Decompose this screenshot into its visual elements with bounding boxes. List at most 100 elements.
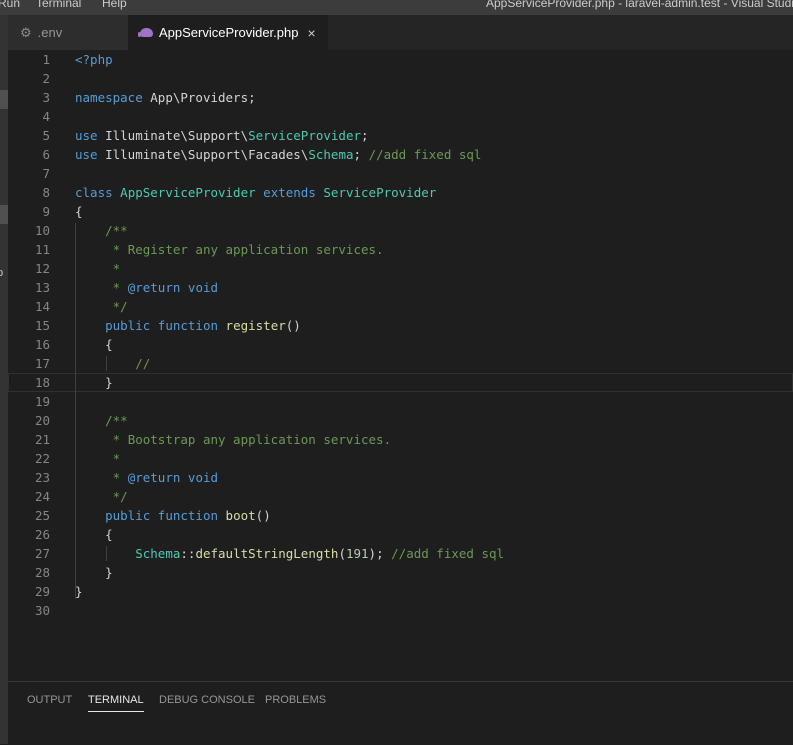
code-text: } xyxy=(105,565,113,580)
code-text: * xyxy=(112,261,121,276)
code-text: class AppServiceProvider extends Service… xyxy=(75,185,437,200)
code-text: public function boot() xyxy=(105,508,271,523)
code-text: { xyxy=(75,204,83,219)
php-elephant-icon xyxy=(138,28,153,37)
code-text: */ xyxy=(112,299,128,314)
code-line[interactable]: 28 } xyxy=(8,563,793,582)
code-text: } xyxy=(75,584,83,599)
editor-tab-bar: ⚙ .env AppServiceProvider.php × xyxy=(8,15,793,50)
menu-run[interactable]: Run xyxy=(0,0,20,12)
code-line[interactable]: 4 xyxy=(8,107,793,126)
code-line[interactable]: 2 xyxy=(8,69,793,88)
panel-tab-debug-console[interactable]: DEBUG CONSOLE xyxy=(159,694,255,711)
panel-tab-terminal[interactable]: TERMINAL xyxy=(88,694,144,712)
code-text: * Register any application services. xyxy=(112,242,384,257)
line-number: 21 xyxy=(34,432,50,447)
code-text: * Bootstrap any application services. xyxy=(112,432,392,447)
code-editor[interactable]: 1 <?php 2 3 namespace App\Providers; 4 5 use Il… xyxy=(8,50,793,680)
gear-icon: ⚙ xyxy=(20,24,32,40)
line-number: 15 xyxy=(34,318,50,333)
window-title: AppServiceProvider.php - laravel-admin.t… xyxy=(486,0,793,10)
line-number: 2 xyxy=(42,71,50,86)
activity-indicator[interactable] xyxy=(0,90,8,109)
tab-env[interactable]: ⚙ .env xyxy=(8,15,128,50)
code-text: /** xyxy=(105,413,128,428)
code-line[interactable]: 26 { xyxy=(8,525,793,544)
code-line[interactable]: 13 * @return void xyxy=(8,278,793,297)
code-line[interactable]: 27 Schema::defaultStringLength(191); //a… xyxy=(8,544,793,563)
line-number: 28 xyxy=(34,565,50,580)
code-text: /** xyxy=(105,223,128,238)
line-number: 20 xyxy=(34,413,50,428)
code-text: { xyxy=(105,527,113,542)
code-line[interactable]: 19 xyxy=(8,392,793,411)
code-text: // xyxy=(135,356,151,371)
menu-help[interactable]: Help xyxy=(102,0,127,12)
code-text: * @return void xyxy=(112,280,219,295)
line-number: 13 xyxy=(34,280,50,295)
line-number: 3 xyxy=(42,90,50,105)
line-number: 27 xyxy=(34,546,50,561)
line-number: 6 xyxy=(42,147,50,162)
panel-tab-problems[interactable]: PROBLEMS xyxy=(265,694,326,711)
code-line[interactable]: 14 */ xyxy=(8,297,793,316)
code-text: */ xyxy=(112,489,128,504)
code-line[interactable]: 22 * xyxy=(8,449,793,468)
code-text: namespace App\Providers; xyxy=(75,90,256,105)
indent-guide xyxy=(106,356,107,371)
line-number: 18 xyxy=(34,375,50,390)
bottom-panel: OUTPUT TERMINAL DEBUG CONSOLE PROBLEMS xyxy=(8,681,793,745)
code-line[interactable]: 16 { xyxy=(8,335,793,354)
tab-label: AppServiceProvider.php xyxy=(159,25,299,40)
line-number: 8 xyxy=(42,185,50,200)
line-number: 30 xyxy=(34,603,50,618)
code-line[interactable]: 29} xyxy=(8,582,793,601)
line-number: 12 xyxy=(34,261,50,276)
code-text: use Illuminate\Support\ServiceProvider; xyxy=(75,128,369,143)
code-line[interactable]: 12 * xyxy=(8,259,793,278)
line-number: 19 xyxy=(34,394,50,409)
code-line[interactable]: 24 */ xyxy=(8,487,793,506)
code-line[interactable]: 5 use Illuminate\Support\ServiceProvider; xyxy=(8,126,793,145)
code-text: <?php xyxy=(75,52,113,67)
code-line[interactable]: 8 class AppServiceProvider extends Servic… xyxy=(8,183,793,202)
code-line[interactable]: 3 namespace App\Providers; xyxy=(8,88,793,107)
code-line[interactable]: 9{ xyxy=(8,202,793,221)
code-line[interactable]: 20 /** xyxy=(8,411,793,430)
panel-tab-output[interactable]: OUTPUT xyxy=(27,694,72,711)
indent-guide xyxy=(75,223,76,599)
code-line[interactable]: 23 * @return void xyxy=(8,468,793,487)
line-number: 29 xyxy=(34,584,50,599)
code-line[interactable]: 17 // xyxy=(8,354,793,373)
code-line[interactable]: 6 use Illuminate\Support\Facades\Schema; … xyxy=(8,145,793,164)
line-number: 17 xyxy=(34,356,50,371)
code-text: use Illuminate\Support\Facades\Schema; /… xyxy=(75,147,482,162)
code-line[interactable]: 15 public function register() xyxy=(8,316,793,335)
code-text: Schema::defaultStringLength(191); //add … xyxy=(135,546,505,561)
activity-bar: p xyxy=(0,15,8,744)
line-number: 14 xyxy=(34,299,50,314)
code-line[interactable]: 1 <?php xyxy=(8,50,793,69)
code-text: } xyxy=(105,375,113,390)
line-number: 16 xyxy=(34,337,50,352)
line-number: 24 xyxy=(34,489,50,504)
line-number: 22 xyxy=(34,451,50,466)
code-line[interactable]: 18 } xyxy=(8,373,793,392)
menu-terminal[interactable]: Terminal xyxy=(36,0,81,12)
tab-label: .env xyxy=(37,25,63,40)
activity-glyph: p xyxy=(0,267,4,279)
line-number: 7 xyxy=(42,166,50,181)
activity-indicator[interactable] xyxy=(0,205,8,224)
tab-app-service-provider[interactable]: AppServiceProvider.php × xyxy=(128,15,328,50)
code-line[interactable]: 11 * Register any application services. xyxy=(8,240,793,259)
code-line[interactable]: 30 xyxy=(8,601,793,620)
code-text: * @return void xyxy=(112,470,219,485)
line-number: 9 xyxy=(42,204,50,219)
code-line[interactable]: 25 public function boot() xyxy=(8,506,793,525)
line-number: 5 xyxy=(42,128,50,143)
code-line[interactable]: 7 xyxy=(8,164,793,183)
code-line[interactable]: 10 /** xyxy=(8,221,793,240)
close-icon[interactable]: × xyxy=(307,26,315,40)
menu-bar: Run Terminal Help AppServiceProvider.php… xyxy=(0,0,793,15)
code-line[interactable]: 21 * Bootstrap any application services. xyxy=(8,430,793,449)
